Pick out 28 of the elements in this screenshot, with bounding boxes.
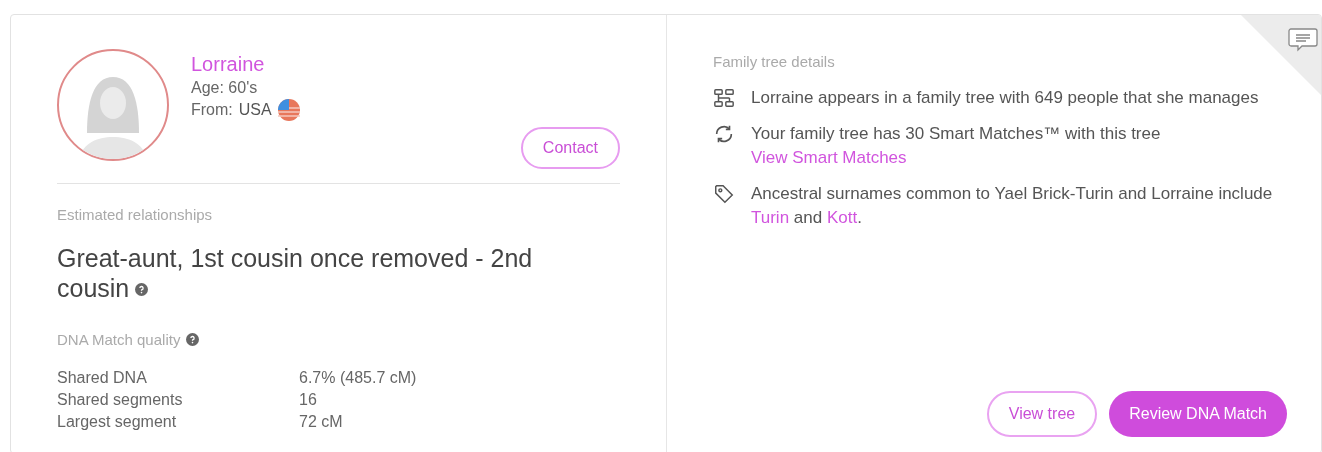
profile-name[interactable]: Lorraine bbox=[191, 51, 300, 77]
review-match-button[interactable]: Review DNA Match bbox=[1109, 391, 1287, 437]
contact-button[interactable]: Contact bbox=[520, 127, 620, 169]
surname-link[interactable]: Kott bbox=[826, 207, 858, 227]
detail-text: Lorraine appears in a family tree with 649 people that she manages bbox=[751, 86, 1260, 109]
help-icon[interactable] bbox=[186, 333, 200, 347]
section-heading: Estimated relationships bbox=[57, 205, 214, 225]
stat-label: Largest segment bbox=[57, 412, 178, 432]
detail-text: Ancestral surnames common to Yael Brick-Turin and Lorraine include Turin and Kott. bbox=[751, 182, 1274, 229]
surname-link[interactable]: Turin bbox=[751, 207, 790, 227]
stat-value: 72 cM bbox=[299, 412, 343, 432]
tag-icon bbox=[713, 182, 735, 205]
smart-matches-link[interactable]: View Smart Matches bbox=[751, 145, 907, 170]
view-tree-button[interactable]: View tree bbox=[986, 391, 1098, 437]
relationship-text: Great-aunt, 1st cousin once removed - 2nd cousin bbox=[57, 242, 534, 303]
flag-icon bbox=[277, 99, 300, 121]
section-heading: DNA Match quality bbox=[57, 329, 181, 350]
help-icon[interactable] bbox=[135, 283, 149, 297]
stat-value: 16 bbox=[299, 390, 317, 410]
stat-label: Shared DNA bbox=[57, 368, 148, 388]
hierarchy-icon bbox=[713, 86, 735, 109]
country-text: USA bbox=[238, 100, 272, 120]
from-label: From: bbox=[191, 100, 233, 120]
stat-value: 6.7% (485.7 cM) bbox=[299, 368, 417, 388]
age-text: Age: 60's bbox=[191, 78, 259, 98]
stat-label: Shared segments bbox=[57, 390, 184, 410]
detail-text: Your family tree has 30 Smart Matches™ with this tree bbox=[751, 122, 1162, 145]
section-heading: Family tree details bbox=[713, 52, 836, 72]
